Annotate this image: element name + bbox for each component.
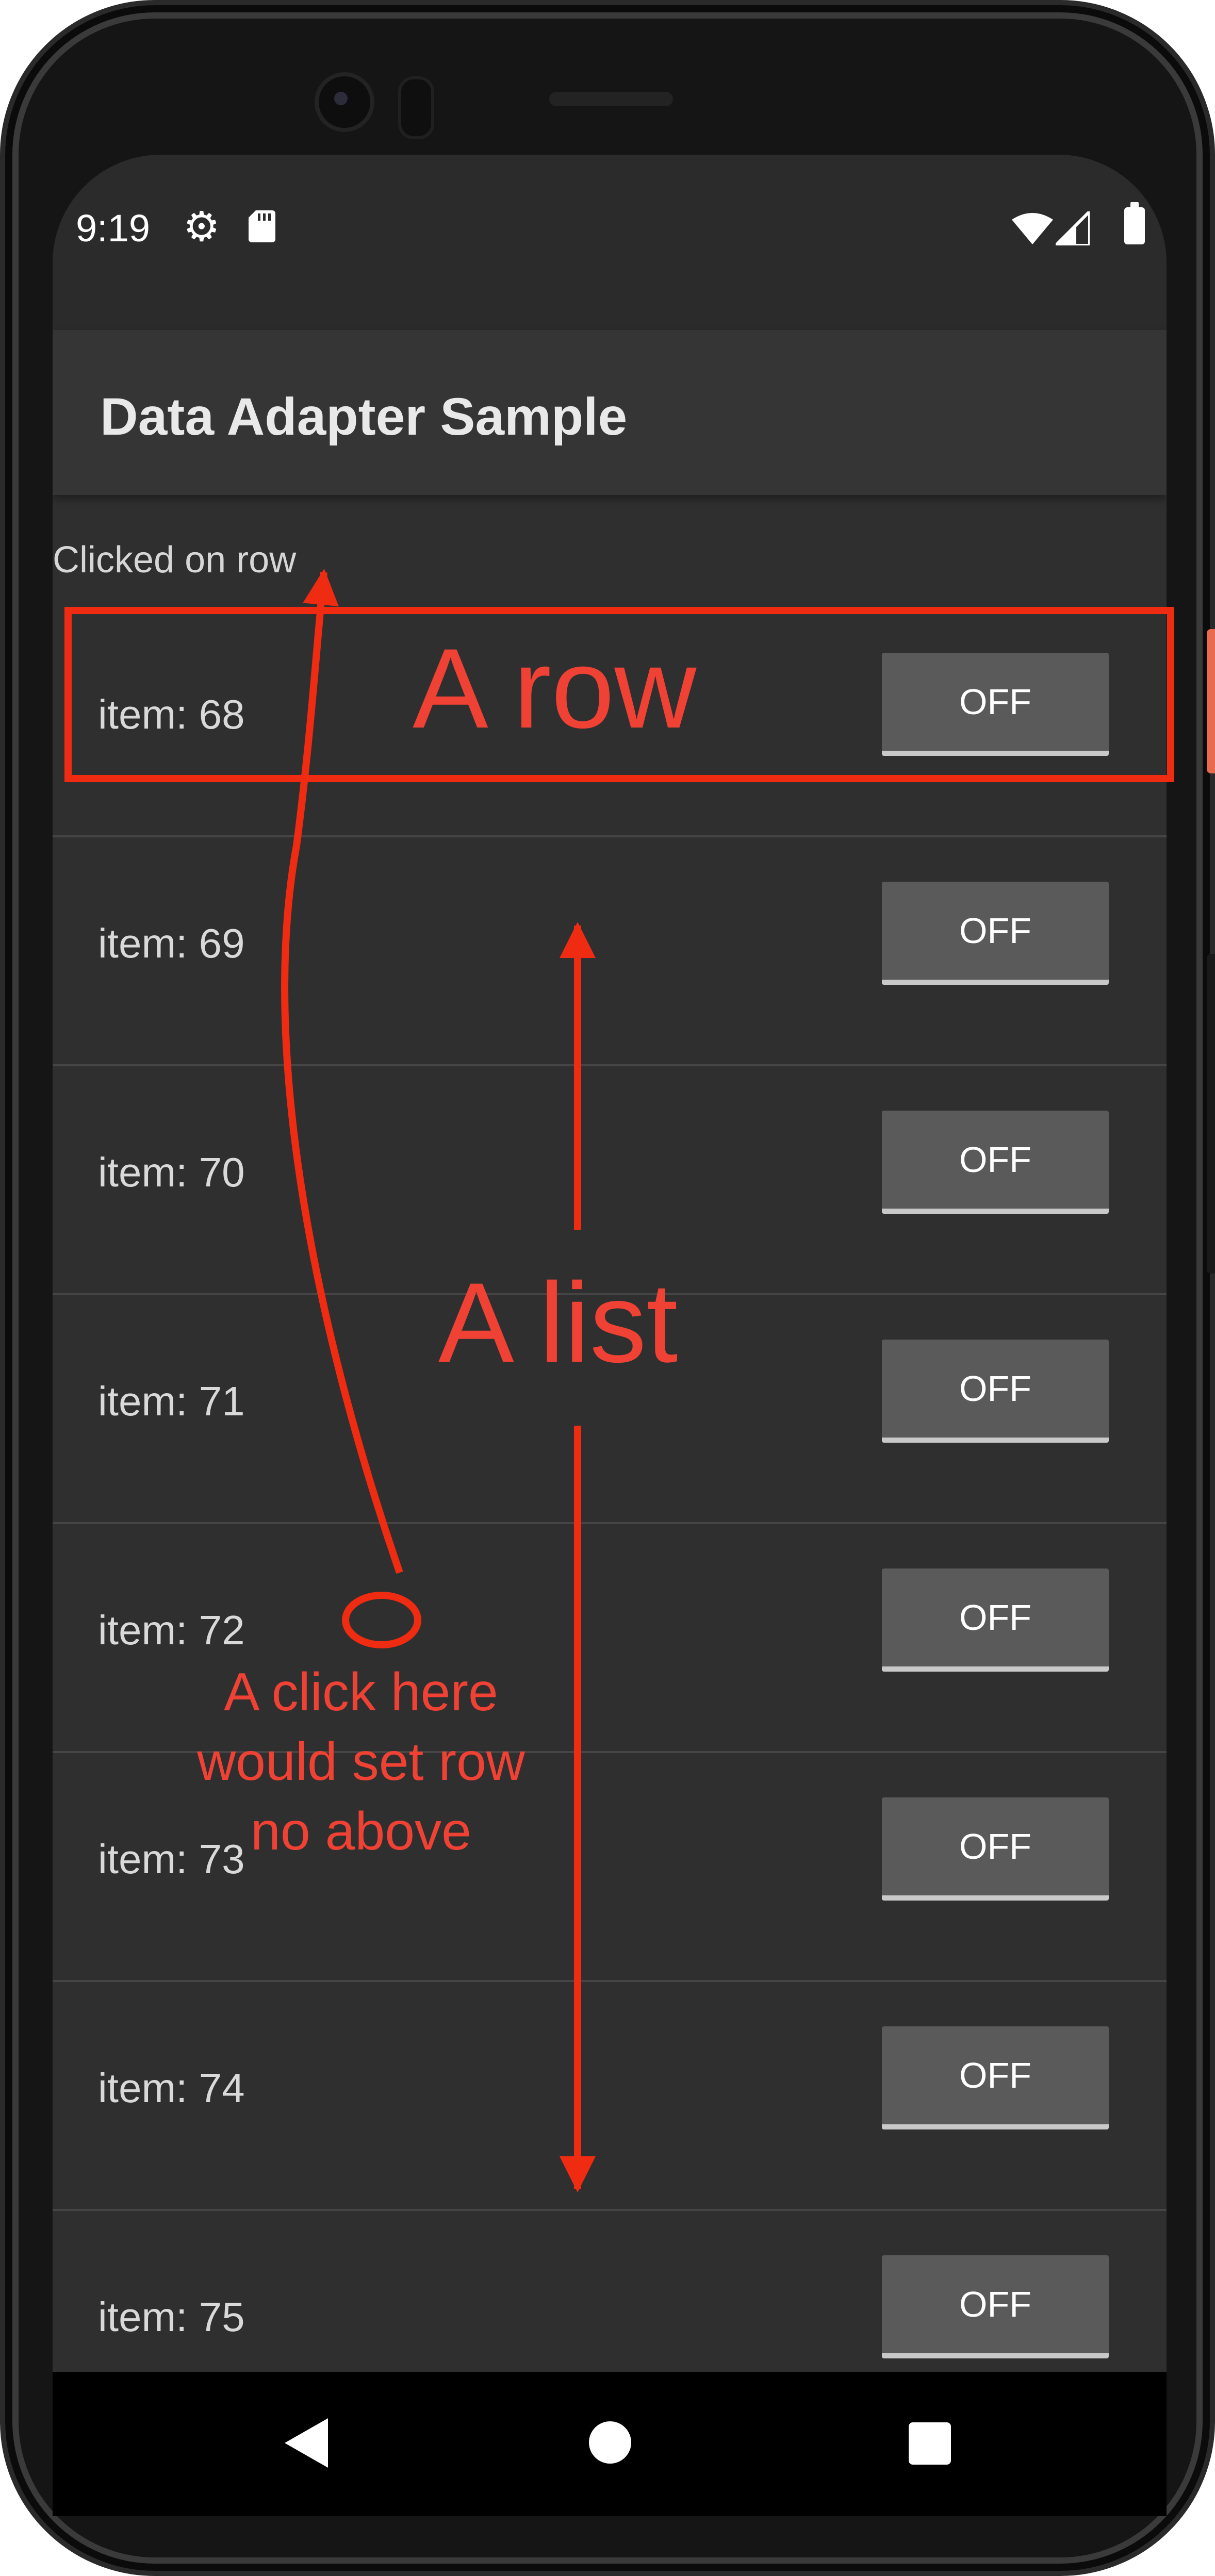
list-item[interactable]: item: 69 OFF <box>53 837 1167 1066</box>
navigation-bar <box>53 2372 1167 2516</box>
row-label: item: 75 <box>98 2294 245 2340</box>
toggle-button[interactable]: OFF <box>882 1111 1109 1214</box>
back-icon[interactable] <box>285 2418 328 2468</box>
toggle-button[interactable]: OFF <box>882 882 1109 985</box>
signal-icon <box>1056 211 1090 245</box>
list-item[interactable]: item: 72 OFF <box>53 1524 1167 1753</box>
screen: 9:19 ⚙ Data Adapter Sample Clicked on ro… <box>53 155 1167 2516</box>
power-button[interactable] <box>1207 629 1215 773</box>
volume-button[interactable] <box>1207 954 1215 1274</box>
earpiece-speaker <box>549 92 673 106</box>
app-title: Data Adapter Sample <box>100 387 628 446</box>
list-item[interactable]: item: 73 OFF <box>53 1753 1167 1982</box>
toggle-button[interactable]: OFF <box>882 1340 1109 1443</box>
row-label: item: 74 <box>98 2065 245 2111</box>
phone-frame: 9:19 ⚙ Data Adapter Sample Clicked on ro… <box>0 0 1215 2576</box>
list-item[interactable]: item: 68 OFF <box>53 608 1167 837</box>
item-list[interactable]: item: 68 OFF item: 69 OFF item: 70 OFF i… <box>53 608 1167 2475</box>
status-bar: 9:19 ⚙ <box>53 155 1167 330</box>
sd-card-icon <box>249 210 275 242</box>
row-label: item: 69 <box>98 920 245 966</box>
list-item[interactable]: item: 74 OFF <box>53 1982 1167 2211</box>
list-item[interactable]: item: 70 OFF <box>53 1066 1167 1295</box>
toggle-button[interactable]: OFF <box>882 2026 1109 2129</box>
toggle-button[interactable]: OFF <box>882 1797 1109 1901</box>
recent-apps-icon[interactable] <box>909 2422 951 2465</box>
toggle-button[interactable]: OFF <box>882 653 1109 756</box>
row-label: item: 73 <box>98 1836 245 1882</box>
gear-icon: ⚙ <box>183 204 220 250</box>
app-bar: Data Adapter Sample <box>53 330 1167 495</box>
home-icon[interactable] <box>589 2421 631 2464</box>
status-time: 9:19 <box>76 207 151 250</box>
front-camera <box>315 72 374 132</box>
battery-icon <box>1124 202 1145 244</box>
wifi-icon <box>1012 213 1053 244</box>
clicked-row-status: Clicked on row <box>53 539 297 581</box>
row-label: item: 70 <box>98 1149 245 1195</box>
row-label: item: 72 <box>98 1607 245 1653</box>
list-item[interactable]: item: 71 OFF <box>53 1295 1167 1524</box>
toggle-button[interactable]: OFF <box>882 1568 1109 1672</box>
row-label: item: 68 <box>98 691 245 737</box>
toggle-button[interactable]: OFF <box>882 2255 1109 2358</box>
proximity-sensor <box>398 76 434 139</box>
row-label: item: 71 <box>98 1378 245 1424</box>
